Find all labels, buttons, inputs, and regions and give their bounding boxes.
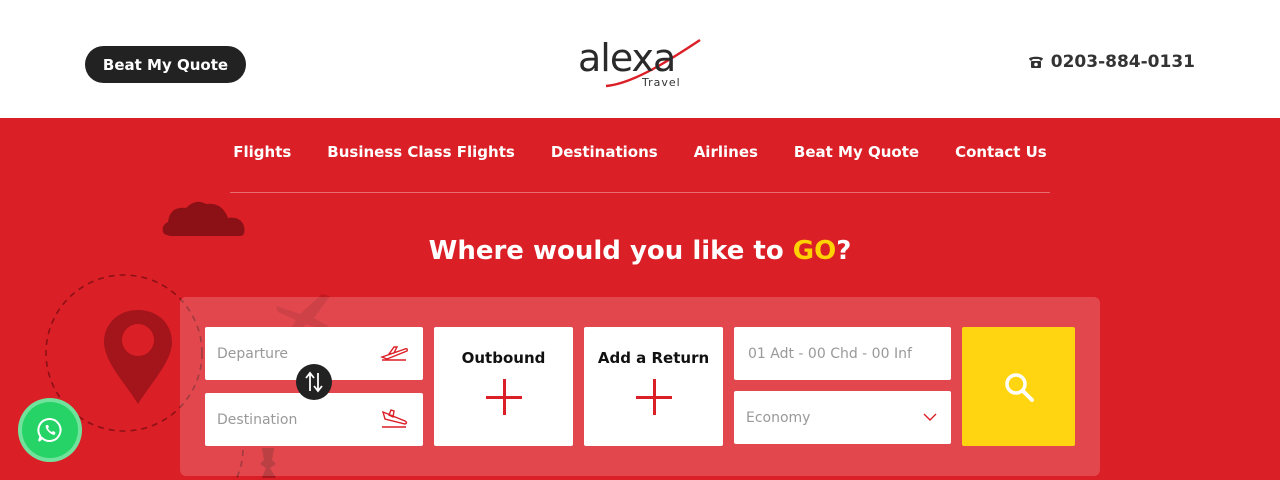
passengers-selector[interactable]: 01 Adt - 00 Chd - 00 Inf (734, 327, 951, 380)
nav-item-destinations[interactable]: Destinations (551, 143, 658, 161)
nav-item-beat-my-quote[interactable]: Beat My Quote (794, 143, 919, 161)
cabin-class-select[interactable]: Economy (734, 391, 951, 444)
destination-input[interactable]: Destination (205, 393, 423, 446)
swap-arrows-icon (305, 371, 323, 393)
logo-subtitle: Travel (642, 76, 681, 89)
passengers-placeholder: 01 Adt - 00 Chd - 00 Inf (748, 345, 912, 362)
main-navigation: Flights Business Class Flights Destinati… (230, 118, 1050, 193)
chevron-down-icon (923, 413, 937, 421)
search-flights-button[interactable] (962, 327, 1075, 446)
whatsapp-icon (37, 418, 62, 442)
nav-item-contact-us[interactable]: Contact Us (955, 143, 1047, 161)
departure-placeholder: Departure (217, 345, 289, 362)
whatsapp-chat-button[interactable] (18, 398, 82, 462)
phone-icon (1028, 56, 1043, 68)
hero-headline: Where would you like to GO? (0, 236, 1280, 266)
add-outbound-plus-icon (485, 379, 522, 415)
site-header: Beat My Quote alexa Travel 0203-884-0131 (0, 0, 1280, 118)
cabin-class-value: Economy (746, 409, 811, 426)
headline-highlight: GO (792, 236, 837, 266)
swap-locations-button[interactable] (296, 364, 332, 400)
return-label: Add a Return (597, 349, 710, 367)
nav-item-flights[interactable]: Flights (233, 143, 291, 161)
search-icon (1004, 372, 1034, 402)
alexa-travel-logo[interactable]: alexa Travel (578, 36, 704, 92)
destination-placeholder: Destination (217, 411, 298, 428)
outbound-date-picker[interactable]: Outbound (434, 327, 573, 446)
logo-wordmark: alexa (578, 36, 676, 80)
landing-plane-icon (381, 409, 408, 428)
nav-item-business-class-flights[interactable]: Business Class Flights (327, 143, 515, 161)
add-return-plus-icon (635, 379, 672, 415)
flight-search-panel: Departure Destination Outbound Add a Ret… (180, 297, 1100, 476)
nav-item-airlines[interactable]: Airlines (694, 143, 758, 161)
return-date-picker[interactable]: Add a Return (584, 327, 723, 446)
outbound-label: Outbound (461, 349, 546, 367)
headline-suffix: ? (836, 236, 852, 266)
beat-my-quote-button[interactable]: Beat My Quote (85, 46, 246, 83)
takeoff-plane-icon (380, 346, 408, 361)
phone-number: 0203-884-0131 (1050, 52, 1195, 72)
headline-prefix: Where would you like to (428, 236, 793, 266)
hero-section: Flights Business Class Flights Destinati… (0, 118, 1280, 480)
phone-contact[interactable]: 0203-884-0131 (1027, 52, 1195, 72)
